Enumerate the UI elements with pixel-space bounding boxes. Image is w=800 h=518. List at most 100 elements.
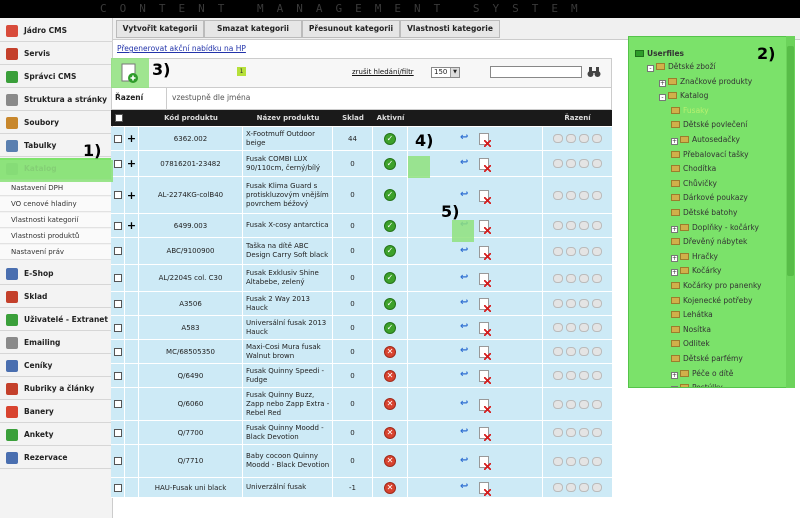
sort-first-icon[interactable] (553, 347, 563, 356)
sort-first-icon[interactable] (553, 323, 563, 332)
sort-last-icon[interactable] (592, 134, 602, 143)
sort-up-icon[interactable] (566, 134, 576, 143)
inactive-cross-icon[interactable]: ✕ (384, 426, 396, 439)
sort-first-icon[interactable] (553, 428, 563, 437)
delete-document-icon[interactable] (479, 272, 491, 287)
tree-item-chuvicky[interactable]: Chůvičky (671, 179, 717, 188)
sort-down-icon[interactable] (579, 399, 589, 409)
tree-item-katalog[interactable]: - Katalog (659, 91, 708, 102)
table-row[interactable]: +07816201-23482 Fusak COMBI LUX 90/110cm,… (111, 151, 612, 177)
delete-category-tab[interactable]: Smazat kategorii (204, 20, 302, 38)
tree-item-doplnky-kocarky[interactable]: + Doplňky - kočárky (671, 223, 759, 233)
sidebar-item-rezervace[interactable]: Rezervace (0, 447, 113, 469)
back-arrow-icon[interactable]: ↩ (460, 189, 468, 200)
sort-down-icon[interactable] (579, 190, 589, 200)
table-row[interactable]: +6362.002 X-Footmuff Outdoor beige 44 ✓ ↩ (111, 127, 612, 151)
delete-document-icon[interactable] (479, 482, 491, 496)
sidebar-item-soubory[interactable]: Soubory (0, 112, 113, 134)
tree-item-hracky[interactable]: + Hračky (671, 252, 718, 262)
row-checkbox[interactable] (113, 221, 122, 230)
sidebar-item-e-shop[interactable]: E-Shop (0, 263, 113, 285)
sidebar-item-servis[interactable]: Servis (0, 43, 113, 65)
search-input[interactable] (490, 66, 582, 78)
sort-last-icon[interactable] (592, 273, 602, 283)
sidebar-item-banery[interactable]: Banery (0, 401, 113, 423)
sort-up-icon[interactable] (566, 347, 576, 356)
tree-expand-icon[interactable]: + (671, 225, 678, 233)
tree-item-kojenecke-potreby[interactable]: Kojenecké potřeby (671, 296, 752, 305)
inactive-cross-icon[interactable]: ✕ (384, 369, 396, 382)
tree-item-znackove-produkty[interactable]: + Značkové produkty (659, 77, 752, 87)
header-stock[interactable]: Sklad (333, 110, 373, 126)
tree-item-pece-o-dite[interactable]: + Péče o dítě (671, 369, 733, 379)
active-check-icon[interactable]: ✓ (384, 297, 396, 310)
tree-collapse-icon[interactable]: - (647, 65, 654, 72)
delete-document-icon[interactable] (479, 346, 491, 360)
active-check-icon[interactable]: ✓ (384, 219, 396, 232)
delete-document-icon[interactable] (479, 455, 491, 470)
tree-item-prebalovaci-tasky[interactable]: Přebalovací tašky (671, 150, 749, 159)
regenerate-hp-offer-link[interactable]: Přegenerovat akční nabídku na HP (117, 44, 246, 53)
table-row[interactable]: Q/7710 Baby cocoon Quinny Moodd - Black D… (111, 445, 612, 478)
table-row[interactable]: + AL-2274KG-colB40 Fusak Klima Guard s pro… (111, 177, 612, 214)
sort-down-icon[interactable] (579, 134, 589, 143)
tree-item-detske-povleceni[interactable]: Dětské povlečení (671, 120, 747, 129)
tree-collapse-icon[interactable]: - (659, 94, 666, 102)
active-check-icon[interactable]: ✓ (384, 245, 396, 257)
row-checkbox[interactable] (113, 371, 122, 380)
sidebar-subitem-vo-cenove-hladiny[interactable]: VO cenové hladiny (0, 197, 113, 212)
active-check-icon[interactable]: ✓ (384, 189, 396, 201)
back-arrow-icon[interactable]: ↩ (460, 297, 468, 308)
sort-up-icon[interactable] (566, 428, 576, 437)
sidebar-item-struktura-a-stranky[interactable]: Struktura a stránky (0, 89, 113, 111)
row-checkbox[interactable] (113, 299, 122, 308)
header-active[interactable]: Aktivní (373, 110, 408, 126)
tree-item-detske-batohy[interactable]: Dětské batohy (671, 208, 737, 217)
add-product-icon[interactable] (112, 60, 146, 88)
tree-expand-icon[interactable]: + (671, 371, 678, 379)
row-checkbox[interactable] (113, 400, 122, 408)
tree-item-kocarky-pro-panenky[interactable]: Kočárky pro panenky (671, 281, 761, 290)
inactive-cross-icon[interactable]: ✕ (384, 481, 396, 494)
tree-item-darkove-poukazy[interactable]: Dárkové poukazy (671, 193, 748, 202)
sidebar-item-jadro-cms[interactable]: Jádro CMS (0, 20, 113, 42)
table-row[interactable]: A583 Universální fusak 2013 Hauck 0 ✓ ↩ (111, 316, 612, 340)
sidebar-subitem-nastaveni-dph[interactable]: Nastavení DPH (0, 181, 113, 196)
sort-down-icon[interactable] (579, 221, 589, 230)
active-check-icon[interactable]: ✓ (384, 272, 396, 284)
sidebar-subitem-vlastnosti-kategorii[interactable]: Vlastnosti kategorií (0, 213, 113, 228)
sort-first-icon[interactable] (553, 134, 563, 143)
back-arrow-icon[interactable]: ↩ (460, 455, 468, 466)
sort-up-icon[interactable] (566, 323, 576, 332)
inactive-cross-icon[interactable]: ✕ (384, 455, 396, 467)
row-checkbox[interactable] (113, 428, 122, 437)
inactive-cross-icon[interactable]: ✕ (384, 398, 396, 410)
sort-first-icon[interactable] (553, 399, 563, 409)
sidebar-item-ankety[interactable]: Ankety (0, 424, 113, 446)
row-checkbox[interactable] (113, 347, 122, 356)
row-checkbox[interactable] (113, 323, 122, 332)
back-arrow-icon[interactable]: ↩ (460, 398, 468, 409)
tree-item-dreveny-nabytek[interactable]: Dřevěný nábytek (671, 237, 747, 246)
sort-last-icon[interactable] (592, 428, 602, 437)
sort-down-icon[interactable] (579, 456, 589, 466)
back-arrow-icon[interactable]: ↩ (460, 157, 468, 168)
sort-last-icon[interactable] (592, 399, 602, 409)
sort-down-icon[interactable] (579, 347, 589, 356)
sort-first-icon[interactable] (553, 246, 563, 256)
expand-variants-icon[interactable]: + (127, 219, 136, 232)
expand-variants-icon[interactable]: + (127, 189, 136, 202)
move-category-tab[interactable]: Přesunout kategorii (302, 20, 400, 38)
delete-document-icon[interactable] (479, 220, 491, 234)
sort-down-icon[interactable] (579, 159, 589, 168)
sort-up-icon[interactable] (566, 190, 576, 200)
header-sort[interactable]: Řazení (543, 110, 612, 126)
table-row[interactable]: A3506 Fusak 2 Way 2013 Hauck 0 ✓ ↩ (111, 292, 612, 316)
sidebar-item-ceniky[interactable]: Ceníky (0, 355, 113, 377)
tree-item-detske-zbozi[interactable]: - Dětské zboží (647, 62, 716, 72)
active-check-icon[interactable]: ✓ (384, 157, 396, 170)
row-checkbox[interactable] (113, 247, 122, 255)
delete-document-icon[interactable] (479, 427, 491, 441)
back-arrow-icon[interactable]: ↩ (460, 245, 468, 256)
table-row[interactable]: AL/2204S col. C30 Fusak Exklusiv Shine Al… (111, 265, 612, 292)
